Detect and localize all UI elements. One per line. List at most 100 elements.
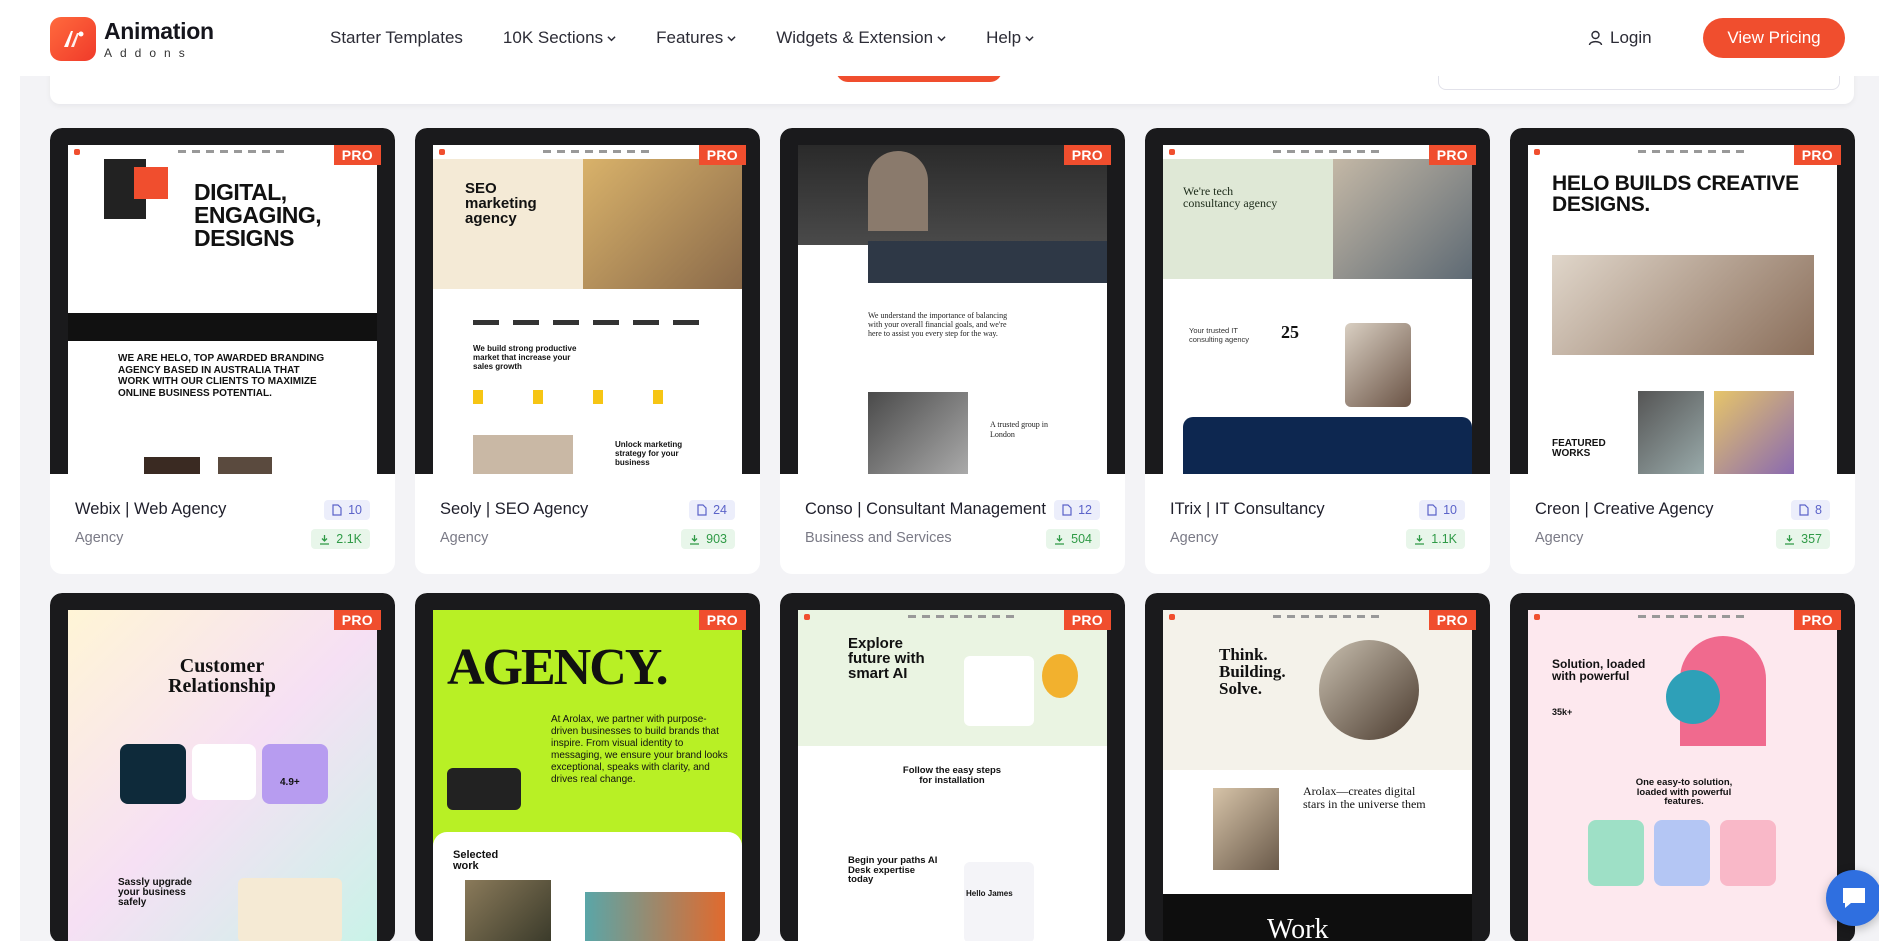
template-preview: AGENCY. At Arolax, we partner with purpo…	[433, 610, 742, 941]
pro-badge: PRO	[1063, 610, 1111, 630]
pages-count: 10	[1443, 503, 1457, 517]
view-pricing-button[interactable]: View Pricing	[1703, 18, 1845, 58]
pro-badge: PRO	[698, 145, 746, 165]
menu-item-label: Features	[656, 28, 724, 47]
thumb-headline: We understand the importance of balancin…	[868, 311, 1008, 339]
user-icon	[1588, 30, 1603, 46]
menu-item-starter-templates[interactable]: Starter Templates	[330, 28, 463, 48]
document-icon	[1062, 504, 1072, 516]
template-thumbnail[interactable]: PRO HELO BUILDS CREATIVE DESIGNS. FEATUR…	[1510, 128, 1855, 474]
download-icon	[320, 534, 330, 545]
downloads-count: 504	[1071, 532, 1092, 546]
pages-count-badge: 10	[324, 500, 370, 520]
template-preview: We understand the importance of balancin…	[798, 145, 1107, 474]
document-icon	[697, 504, 707, 516]
template-title[interactable]: ITrix | IT Consultancy	[1170, 500, 1325, 519]
template-card[interactable]: PRO HELO BUILDS CREATIVE DESIGNS. FEATUR…	[1510, 128, 1855, 574]
document-icon	[332, 504, 342, 516]
template-preview: Solution, loaded with powerful 35k+ One …	[1528, 610, 1837, 941]
template-card[interactable]: PRO Explore future with smart AI Follow …	[780, 593, 1125, 941]
downloads-count: 2.1K	[336, 532, 362, 546]
thumb-body: Arolax—creates digital stars in the univ…	[1303, 784, 1426, 811]
template-thumbnail[interactable]: PRO Think. Building. Solve. Arolax—creat…	[1145, 593, 1490, 941]
pro-badge: PRO	[698, 610, 746, 630]
thumb-stat: 25	[1281, 322, 1299, 342]
thumb-headline: DIGITAL, ENGAGING, DESIGNS	[194, 179, 322, 251]
top-navbar: Animation Addons Starter Templates 10K S…	[0, 0, 1879, 76]
template-card[interactable]: PRO Think. Building. Solve. Arolax—creat…	[1145, 593, 1490, 941]
template-preview: DIGITAL, ENGAGING, DESIGNS WE ARE HELO, …	[68, 145, 377, 474]
template-card[interactable]: PRO AGENCY. At Arolax, we partner with p…	[415, 593, 760, 941]
brand-title: Animation	[104, 17, 214, 44]
template-category: Agency	[75, 530, 124, 546]
thumb-extra: Hello James	[966, 889, 1013, 898]
pages-count: 10	[348, 503, 362, 517]
downloads-badge: 903	[681, 529, 735, 549]
pages-count: 24	[713, 503, 727, 517]
template-title[interactable]: Webix | Web Agency	[75, 500, 226, 519]
template-thumbnail[interactable]: PRO SEO marketing agency We build strong…	[415, 128, 760, 474]
template-title[interactable]: Conso | Consultant Management	[805, 500, 1046, 519]
download-icon	[1415, 534, 1425, 545]
template-card[interactable]: PRO We're tech consultancy agency 25 You…	[1145, 128, 1490, 574]
thumb-body: At Arolax, we partner with purpose-drive…	[551, 714, 728, 785]
template-preview: We're tech consultancy agency 25 Your tr…	[1163, 145, 1472, 474]
chevron-down-icon	[937, 35, 946, 41]
thumb-footer: Unlock marketing strategy for your busin…	[615, 440, 683, 467]
menu-item-10k-sections[interactable]: 10K Sections	[503, 28, 616, 48]
template-category: Agency	[440, 530, 489, 546]
brand-logo-icon	[50, 17, 96, 61]
thumb-body: Follow the easy steps for installation	[902, 765, 1002, 786]
template-card[interactable]: PRO Solution, loaded with powerful 35k+ …	[1510, 593, 1855, 941]
menu-item-label: Widgets & Extension	[776, 28, 934, 47]
pages-count: 12	[1078, 503, 1092, 517]
template-thumbnail[interactable]: PRO DIGITAL, ENGAGING, DESIGNS WE ARE HE…	[50, 128, 395, 474]
template-thumbnail[interactable]: PRO Customer Relationship 4.9+ Sassly up…	[50, 593, 395, 941]
thumb-body: Sassly upgrade your business safely	[118, 877, 192, 908]
thumb-footer: Begin your paths AI Desk expertise today	[848, 855, 938, 885]
pro-badge: PRO	[1793, 145, 1841, 165]
downloads-badge: 357	[1776, 529, 1830, 549]
thumb-headline: Think. Building. Solve.	[1219, 645, 1286, 698]
thumb-stat: 35k+	[1552, 707, 1573, 717]
pro-badge: PRO	[333, 145, 381, 165]
template-title[interactable]: Seoly | SEO Agency	[440, 500, 588, 519]
pages-count-badge: 10	[1419, 500, 1465, 520]
template-card[interactable]: PRO We understand the importance of bala…	[780, 128, 1125, 574]
downloads-count: 903	[706, 532, 727, 546]
brand-logo[interactable]: Animation Addons	[50, 17, 214, 61]
menu-item-features[interactable]: Features	[656, 28, 736, 48]
thumb-headline: SEO marketing agency	[465, 180, 537, 227]
thumb-stat: 4.9+	[280, 777, 300, 788]
menu-item-help[interactable]: Help	[986, 28, 1034, 48]
menu-item-widgets-extension[interactable]: Widgets & Extension	[776, 28, 946, 48]
pages-count: 8	[1815, 503, 1822, 517]
template-thumbnail[interactable]: PRO Solution, loaded with powerful 35k+ …	[1510, 593, 1855, 941]
template-card[interactable]: PRO DIGITAL, ENGAGING, DESIGNS WE ARE HE…	[50, 128, 395, 574]
pages-count-badge: 24	[689, 500, 735, 520]
template-card[interactable]: PRO SEO marketing agency We build strong…	[415, 128, 760, 574]
template-thumbnail[interactable]: PRO We understand the importance of bala…	[780, 128, 1125, 474]
template-preview: Think. Building. Solve. Arolax—creates d…	[1163, 610, 1472, 941]
template-thumbnail[interactable]: PRO We're tech consultancy agency 25 You…	[1145, 128, 1490, 474]
thumb-body: Your trusted IT consulting agency	[1189, 326, 1250, 344]
template-preview: Customer Relationship 4.9+ Sassly upgrad…	[68, 610, 377, 941]
thumb-footer: A trusted group in London	[990, 420, 1048, 439]
template-category: Agency	[1535, 530, 1584, 546]
pages-count-badge: 12	[1054, 500, 1100, 520]
thumb-headline: Solution, loaded with powerful	[1552, 657, 1646, 683]
template-thumbnail[interactable]: PRO Explore future with smart AI Follow …	[780, 593, 1125, 941]
template-card[interactable]: PRO Customer Relationship 4.9+ Sassly up…	[50, 593, 395, 941]
chevron-down-icon	[1025, 35, 1034, 41]
thumb-footer: Work	[1267, 914, 1329, 941]
template-category: Business and Services	[805, 530, 952, 546]
template-category: Agency	[1170, 530, 1219, 546]
chat-support-button[interactable]	[1826, 870, 1879, 926]
template-thumbnail[interactable]: PRO AGENCY. At Arolax, we partner with p…	[415, 593, 760, 941]
template-title[interactable]: Creon | Creative Agency	[1535, 500, 1714, 519]
main-menu: Starter Templates 10K Sections Features …	[330, 28, 1034, 48]
login-link[interactable]: Login	[1588, 28, 1652, 48]
pro-badge: PRO	[1428, 145, 1476, 165]
chevron-down-icon	[727, 35, 736, 41]
pro-badge: PRO	[1063, 145, 1111, 165]
